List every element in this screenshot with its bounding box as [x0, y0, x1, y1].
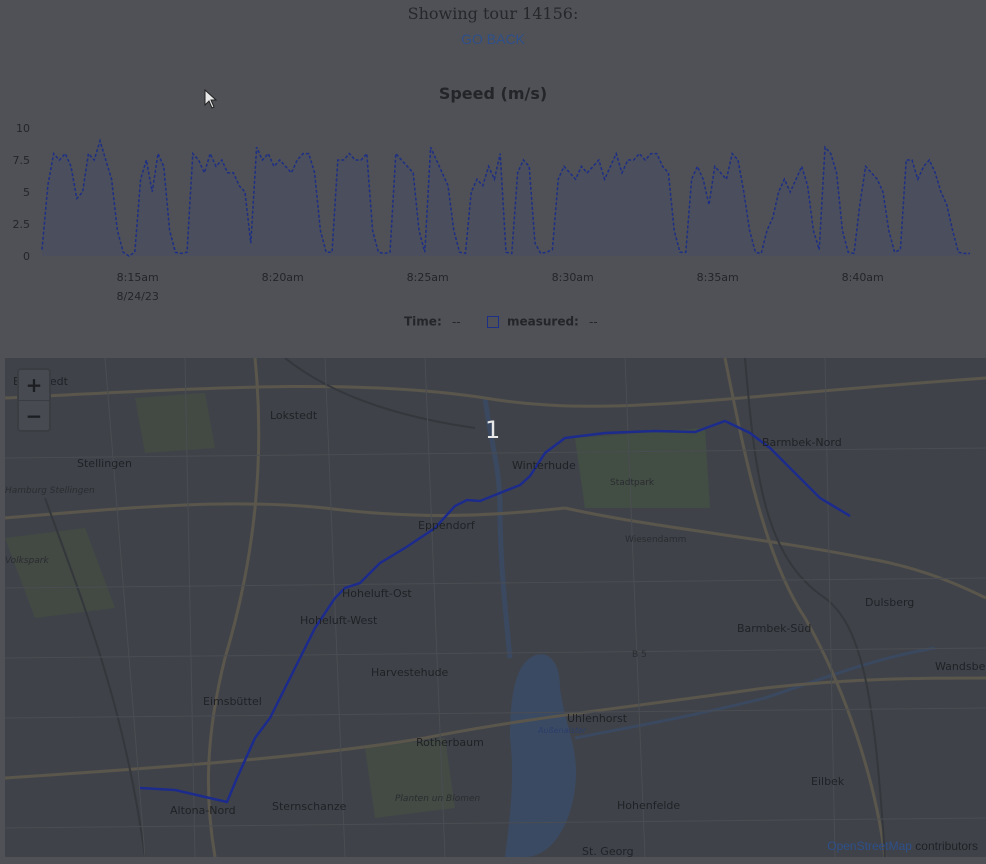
map-place-label: Wiesendamm	[625, 535, 687, 545]
legend-time-value: --	[451, 314, 461, 329]
speed-chart: 0 2.5 5 7.5 10 8:15am 8/24/23 8:20am 8:25am 8:30a…	[13, 122, 970, 303]
map-place-label: Uhlenhorst	[567, 712, 628, 725]
page-footer-strip	[0, 857, 986, 864]
y-tick-label: 5	[23, 186, 30, 199]
x-tick-label: 8:15am	[117, 271, 159, 284]
map-place-label: Altona-Nord	[170, 804, 236, 817]
x-tick-date: 8/24/23	[116, 290, 158, 303]
map[interactable]: EidelstedtLokstedtStellingenHamburg Stel…	[5, 358, 986, 857]
legend-series-label: measured:	[506, 314, 579, 329]
speed-area	[42, 140, 970, 256]
x-tick-label: 8:30am	[552, 271, 594, 284]
map-place-label: Hoheluft-West	[300, 614, 378, 627]
map-place-label: Dulsberg	[865, 596, 915, 609]
map-place-label: Stellingen	[77, 457, 132, 470]
map-place-label: Eilbek	[811, 775, 845, 788]
x-tick-label: 8:20am	[262, 271, 304, 284]
map-place-label: Eimsbüttel	[203, 695, 262, 708]
map-place-label: Wandsbek	[935, 660, 986, 673]
map-place-label: Barmbek-Nord	[762, 436, 842, 449]
go-back-link[interactable]: GO BACK	[0, 31, 986, 47]
attribution-text: contributors	[911, 839, 978, 853]
map-place-label: Planten un Blomen	[395, 794, 481, 804]
mouse-cursor-icon	[204, 89, 218, 109]
route-marker[interactable]: 1	[485, 416, 500, 444]
map-place-label: Hamburg Stellingen	[5, 486, 95, 496]
chart-legend: Time: -- measured: --	[404, 314, 598, 329]
map-place-label: Rotherbaum	[416, 736, 484, 749]
map-place-label: Winterhude	[512, 459, 576, 472]
x-tick-label: 8:35am	[697, 271, 739, 284]
map-place-label: Barmbek-Süd	[737, 622, 812, 635]
map-place-label: Sternschanze	[272, 800, 347, 813]
map-place-label: Außenalster	[538, 726, 587, 735]
x-tick-label: 8:25am	[407, 271, 449, 284]
map-place-label: Eppendorf	[418, 519, 475, 532]
attribution-link[interactable]: OpenStreetMap	[827, 839, 912, 853]
y-tick-label: 2.5	[13, 218, 31, 231]
map-place-label: Harvestehude	[371, 666, 449, 679]
y-tick-label: 10	[16, 122, 30, 135]
zoom-in-button[interactable]: +	[19, 370, 49, 401]
map-place-label: Volkspark	[5, 556, 49, 566]
map-place-label: St. Georg	[582, 845, 634, 857]
y-tick-label: 0	[23, 250, 30, 263]
zoom-out-button[interactable]: −	[19, 401, 49, 431]
page-title: Showing tour 14156:	[407, 4, 579, 23]
chart-title: Speed (m/s)	[438, 84, 548, 103]
map-attribution: OpenStreetMap contributors	[827, 839, 978, 853]
y-tick-label: 7.5	[13, 154, 31, 167]
map-place-label: Hohenfelde	[617, 799, 681, 812]
legend-time-label: Time:	[404, 314, 442, 329]
map-place-label: Hoheluft-Ost	[342, 587, 412, 600]
zoom-control: + −	[17, 368, 51, 432]
map-place-label: Lokstedt	[270, 409, 318, 422]
map-place-label: B 5	[632, 650, 647, 660]
legend-series-swatch	[486, 315, 499, 328]
legend-series-value: --	[589, 314, 598, 329]
map-place-label: Stadtpark	[610, 478, 655, 488]
x-tick-label: 8:40am	[842, 271, 884, 284]
